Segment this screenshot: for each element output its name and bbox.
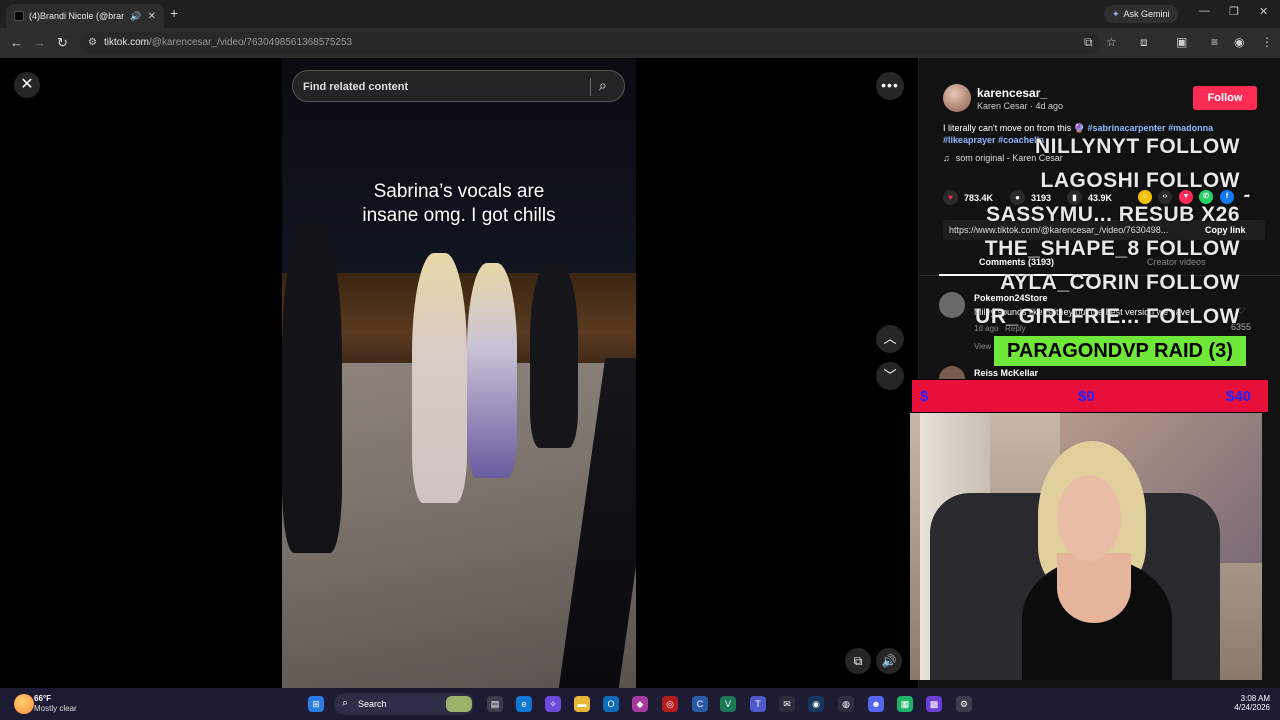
url-text: tiktok.com/@karencesar_/video/7630498561… [104,37,353,48]
weather-condition[interactable]: Mostly clear [34,704,77,713]
video-caption: Sabrina’s vocals are insane omg. I got c… [362,181,556,226]
raid-banner: PARAGONDVP RAID (3) [994,336,1246,366]
heart-icon: ♥ [943,190,958,205]
system-clock[interactable]: 3:08 AM 4/24/2026 [1226,694,1270,712]
event-row: UR_GIRLFRIE... FOLLOW [975,305,1240,328]
search-divider [590,78,591,96]
edge-icon[interactable]: e [516,696,532,712]
taskbar-search[interactable]: ⌕ Search [334,693,474,715]
weather-icon[interactable] [14,694,34,714]
share-arrow-icon[interactable]: ➦ [1240,190,1254,204]
forward-icon[interactable]: → [33,35,46,50]
goal-left-label: $ [920,388,929,405]
commenter-avatar[interactable] [939,292,965,318]
video-player[interactable]: Sabrina’s vocals are insane omg. I got c… [282,58,636,688]
search-icon: ⌕ [342,697,349,709]
search-highlight-image [446,696,472,712]
goal-current: $0 [1078,388,1095,405]
tab-close-icon[interactable]: ✕ [148,11,156,22]
webcam-streamer-face [1057,475,1121,561]
comment-author[interactable]: Reiss McKellar [974,368,1038,378]
task-view-icon[interactable]: ▤ [487,696,503,712]
discord-icon[interactable]: ☻ [868,696,884,712]
video-performer-1 [412,253,467,503]
hashtag-link[interactable]: #madonna [1168,123,1213,133]
app-icon[interactable]: ▦ [897,696,913,712]
gemini-label: Ask Gemini [1123,9,1170,19]
goal-target: $40 [1226,388,1252,405]
creator-avatar[interactable] [943,84,971,112]
tab-title: (4)Brandi Nicole (@brandi [29,11,125,21]
app-icon[interactable]: C [692,696,708,712]
webcam-streamer-neck [1057,553,1131,623]
more-options-button[interactable]: ••• [876,72,904,100]
donation-goal-bar: $ $0 $40 [911,379,1269,413]
screen: (4)Brandi Nicole (@brandi 🔊 ✕ + ✦ Ask Ge… [0,0,1280,720]
event-row: LAGOSHI FOLLOW [1040,169,1240,192]
restore-icon[interactable]: ❐ [1229,5,1239,18]
related-search-input[interactable] [303,78,583,96]
video-figure-left [282,223,342,553]
new-tab-icon[interactable]: + [170,5,178,21]
speaker-icon[interactable]: 🔊 [130,11,141,22]
outlook-icon[interactable]: O [603,696,619,712]
settings-gear-icon[interactable]: ⚙ [956,696,972,712]
gemini-spark-icon: ✦ [1112,8,1120,19]
app-icon[interactable]: ▩ [926,696,942,712]
event-row: THE_SHAPE_8 FOLLOW [984,237,1240,260]
teams-icon[interactable]: T [750,696,766,712]
video-figure-right [530,263,578,448]
back-icon[interactable]: ← [10,35,23,50]
hashtag-link[interactable]: #sabrinacarpenter [1088,123,1166,133]
view-replies-link[interactable]: View [974,342,991,351]
address-bar[interactable]: ⚙ tiktok.com/@karencesar_/video/76304985… [80,32,1100,54]
crystal-ball-emoji: 🔮 [1073,123,1085,133]
search-icon[interactable]: ⌕ [599,77,607,94]
steam-icon[interactable]: ◉ [808,696,824,712]
hashtag-link[interactable]: #likeaprayer [943,135,996,145]
copilot-icon[interactable]: ✧ [545,696,561,712]
music-note-icon: ♫ [943,153,950,163]
ask-gemini-button[interactable]: ✦ Ask Gemini [1104,5,1178,23]
close-video-button[interactable]: ✕ [14,72,40,98]
reading-list-icon[interactable]: ≡ [1211,35,1218,49]
next-video-button[interactable]: ﹀ [876,362,904,390]
volume-icon[interactable]: 🔊 [876,648,902,674]
browser-tab[interactable]: (4)Brandi Nicole (@brandi 🔊 ✕ [6,4,164,28]
profile-avatar-icon[interactable]: ◉ [1234,35,1244,49]
install-app-icon[interactable]: ⧉ [1084,35,1093,50]
weather-temp[interactable]: 66°F [34,694,51,703]
creator-nickname: Karen Cesar · 4d ago [977,101,1064,111]
related-search-box: ⌕ [292,70,625,102]
menu-kebab-icon[interactable]: ⋮ [1261,35,1273,49]
previous-video-button[interactable]: ︿ [876,325,904,353]
minimize-icon[interactable]: — [1199,5,1210,17]
taskbar-search-label: Search [358,699,387,709]
extensions-icon[interactable]: ⧈ [1140,35,1148,50]
file-explorer-icon[interactable]: ▬ [574,696,590,712]
reload-icon[interactable]: ↻ [57,35,68,51]
event-row: AYLA_CORIN FOLLOW [1000,271,1240,294]
video-performer-2 [467,263,517,478]
app-icon[interactable]: V [720,696,736,712]
browser-toolbar: ← → ↻ ⚙ tiktok.com/@karencesar_/video/76… [0,28,1280,58]
tiktok-favicon-icon [14,11,24,21]
bookmark-star-icon[interactable]: ☆ [1106,35,1117,49]
window-close-icon[interactable]: ✕ [1259,5,1268,18]
app-icon[interactable]: ◎ [662,696,678,712]
event-row: SASSYMU... RESUB X26 [986,203,1240,226]
site-info-icon[interactable]: ⚙ [88,37,97,48]
pip-icon[interactable]: ⧉ [845,648,871,674]
chrome-icon[interactable]: ◍ [838,696,854,712]
start-windows-icon[interactable]: ⊞ [308,696,324,712]
app-icon[interactable]: ✉ [779,696,795,712]
creator-username[interactable]: karencesar_ [977,86,1047,100]
cast-icon[interactable]: ▣ [1176,35,1187,49]
webcam-feed [910,413,1262,680]
event-row: NILLYNYT FOLLOW [1034,135,1240,158]
browser-tabbar: (4)Brandi Nicole (@brandi 🔊 ✕ + ✦ Ask Ge… [0,0,1280,28]
app-icon[interactable]: ◆ [632,696,648,712]
follow-button[interactable]: Follow [1193,86,1257,110]
windows-taskbar: 66°F Mostly clear ⊞ ⌕ Search ▤ e ✧ ▬ O ◆… [0,688,1280,720]
